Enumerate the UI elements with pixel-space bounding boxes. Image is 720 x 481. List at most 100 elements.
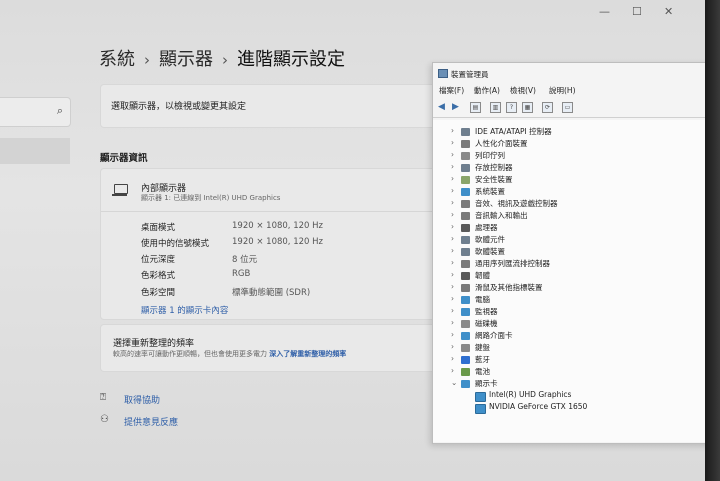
device-category-icon xyxy=(461,356,470,364)
chevron-right-icon[interactable]: › xyxy=(451,366,454,375)
chevron-right-icon[interactable]: › xyxy=(451,258,454,267)
feedback-label: 提供意見反應 xyxy=(124,418,179,428)
menu-bar: 檔案(F) 動作(A) 檢視(V) 說明(H) xyxy=(433,83,720,97)
device-manager-window: 裝置管理員 檔案(F) 動作(A) 檢視(V) 說明(H) ◀ ▶ ▤ ▥ ? … xyxy=(432,62,720,444)
chevron-right-icon[interactable]: › xyxy=(451,186,454,195)
device-category-label: 存放控制器 xyxy=(475,163,513,172)
device-category-icon xyxy=(461,140,470,148)
device-category-icon xyxy=(461,176,470,184)
display-adapter-label: Intel(R) UHD Graphics xyxy=(489,390,572,399)
chevron-right-icon[interactable]: › xyxy=(451,306,454,315)
device-category-label: 網路介面卡 xyxy=(475,331,513,340)
chevron-down-icon[interactable]: ⌄ xyxy=(451,378,457,387)
device-category-label: 列印佇列 xyxy=(475,151,505,160)
device-category-label: 藍牙 xyxy=(475,355,490,364)
device-category-label: 音效、視訊及遊戲控制器 xyxy=(475,199,558,208)
menu-action[interactable]: 動作(A) xyxy=(474,85,500,96)
chevron-right-icon[interactable]: › xyxy=(451,138,454,147)
select-display-card[interactable]: 選取顯示器，以檢視或變更其設定 xyxy=(100,84,442,128)
device-category-label: 監視器 xyxy=(475,307,498,316)
signal-mode-value: 1920 × 1080, 120 Hz xyxy=(232,237,323,247)
chevron-right-icon[interactable]: › xyxy=(451,354,454,363)
chevron-right-icon[interactable]: › xyxy=(451,318,454,327)
device-category-icon xyxy=(461,320,470,328)
device-category-label: 滑鼠及其他指標裝置 xyxy=(475,283,543,292)
search-input[interactable]: ⌕ xyxy=(0,97,71,127)
device-category-icon xyxy=(461,296,470,304)
close-button[interactable]: ✕ xyxy=(664,5,673,18)
chevron-right-icon[interactable]: › xyxy=(451,222,454,231)
refresh-rate-subtitle: 較高的速率可讓動作更順暢，但也會使用更多電力 深入了解重新整理的頻率 xyxy=(113,349,346,359)
view-icon[interactable]: ▤ xyxy=(470,102,481,113)
device-category-label: 韌體 xyxy=(475,271,490,280)
select-display-label: 選取顯示器，以檢視或變更其設定 xyxy=(111,102,247,112)
device-category-label: 磁碟機 xyxy=(475,319,498,328)
desktop-mode-value: 1920 × 1080, 120 Hz xyxy=(232,221,323,231)
device-category-icon xyxy=(461,308,470,316)
toolbar: ◀ ▶ ▤ ▥ ? ▦ ⟳ ▭ xyxy=(433,99,720,118)
menu-view[interactable]: 檢視(V) xyxy=(510,85,536,96)
scan-hardware-icon[interactable]: ⟳ xyxy=(542,102,553,113)
refresh-rate-title: 選擇重新整理的頻率 xyxy=(113,339,195,349)
device-category-icon xyxy=(461,236,470,244)
page-title: 進階顯示設定 xyxy=(237,49,345,70)
device-category-label: 人性化介面裝置 xyxy=(475,139,528,148)
display-adapter-icon xyxy=(475,392,486,402)
help-icon: ⍰ xyxy=(100,392,106,403)
chevron-right-icon[interactable]: › xyxy=(451,270,454,279)
chevron-right-icon[interactable]: › xyxy=(451,330,454,339)
adapter-properties-link[interactable]: 顯示器 1 的顯示卡內容 xyxy=(141,304,228,316)
device-category-icon xyxy=(461,224,470,232)
device-category-label: 安全性裝置 xyxy=(475,175,513,184)
color-space-label: 色彩空間 xyxy=(141,288,176,298)
breadcrumb-display[interactable]: 顯示器 xyxy=(159,49,213,70)
device-category-label: 顯示卡 xyxy=(475,379,498,388)
breadcrumb-system[interactable]: 系統 xyxy=(99,49,135,70)
monitor-icon[interactable]: ▭ xyxy=(562,102,573,113)
maximize-button[interactable]: ☐ xyxy=(632,5,642,18)
device-category-icon xyxy=(461,344,470,352)
device-category-label: 通用序列匯流排控制器 xyxy=(475,259,550,268)
chevron-right-icon[interactable]: › xyxy=(451,210,454,219)
chevron-right-icon[interactable]: › xyxy=(451,234,454,243)
device-category-label: 電池 xyxy=(475,367,490,376)
chevron-right-icon[interactable]: › xyxy=(451,162,454,171)
get-help-label: 取得協助 xyxy=(124,396,161,406)
monitor-icon xyxy=(112,184,128,196)
screen-bezel xyxy=(705,0,720,481)
device-category-icon xyxy=(461,332,470,340)
chevron-right-icon[interactable]: › xyxy=(451,246,454,255)
back-arrow-icon[interactable]: ◀ xyxy=(436,102,447,113)
chevron-right-icon[interactable]: › xyxy=(451,342,454,351)
bit-depth-value: 8 位元 xyxy=(232,255,258,265)
device-category-icon xyxy=(461,248,470,256)
chevron-right-icon[interactable]: › xyxy=(451,294,454,303)
device-category-label: 系統裝置 xyxy=(475,187,505,196)
minimize-button[interactable]: — xyxy=(599,5,610,18)
device-category-icon xyxy=(461,128,470,136)
device-category-icon xyxy=(461,260,470,268)
learn-more-link[interactable]: 深入了解重新整理的頻率 xyxy=(269,350,346,358)
chevron-right-icon[interactable]: › xyxy=(451,150,454,159)
update-driver-icon[interactable]: ▦ xyxy=(522,102,533,113)
menu-file[interactable]: 檔案(F) xyxy=(439,85,464,96)
device-manager-title: 裝置管理員 xyxy=(451,70,489,79)
monitor-subtitle: 顯示器 1: 已連線到 Intel(R) UHD Graphics xyxy=(141,194,281,202)
menu-help[interactable]: 說明(H) xyxy=(549,85,576,96)
help-icon[interactable]: ? xyxy=(506,102,517,113)
chevron-right-icon[interactable]: › xyxy=(451,198,454,207)
breadcrumb-separator: › xyxy=(144,51,150,69)
device-category-icon xyxy=(461,200,470,208)
display-adapter-icon xyxy=(475,404,486,414)
forward-arrow-icon[interactable]: ▶ xyxy=(450,102,461,113)
section-title: 顯示器資訊 xyxy=(100,153,148,164)
device-manager-icon xyxy=(438,69,448,78)
properties-icon[interactable]: ▥ xyxy=(490,102,501,113)
refresh-rate-description: 較高的速率可讓動作更順暢，但也會使用更多電力 xyxy=(113,350,267,358)
color-space-value: 標準動態範圍 (SDR) xyxy=(232,288,311,298)
chevron-right-icon[interactable]: › xyxy=(451,174,454,183)
device-tree: › IDE ATA/ATAPI 控制器 › 人性化介面裝置 › 列印佇列 › 存放控制器 › 安全… xyxy=(433,120,720,442)
chevron-right-icon[interactable]: › xyxy=(451,282,454,291)
sidebar-item-selected[interactable] xyxy=(0,138,70,164)
chevron-right-icon[interactable]: › xyxy=(451,126,454,135)
